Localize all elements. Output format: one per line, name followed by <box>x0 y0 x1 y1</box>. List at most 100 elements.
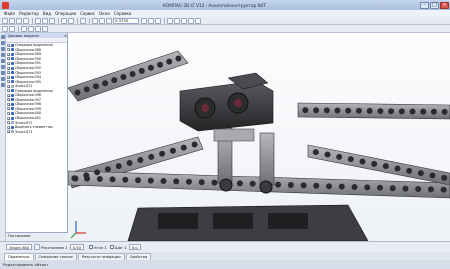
filters-icon[interactable] <box>1 71 5 75</box>
direction-icon[interactable] <box>34 244 41 250</box>
part-icon <box>11 66 14 70</box>
zoom-window-icon[interactable] <box>92 17 98 24</box>
menu-file[interactable]: Файл <box>2 11 17 16</box>
zoom-select[interactable]: 0.3750 <box>113 17 139 24</box>
arrays-icon[interactable] <box>1 53 5 57</box>
tab-parameters[interactable]: Параметры <box>4 253 34 260</box>
operation-icon <box>11 125 14 129</box>
expand-icon[interactable]: + <box>7 57 11 61</box>
sketch-icon[interactable] <box>21 25 27 32</box>
rotate-icon[interactable] <box>148 17 154 24</box>
window-title: КОМПАС-3D LT V12 - Аналоги/конструктор N… <box>162 2 266 8</box>
expand-icon[interactable]: + <box>7 71 11 75</box>
tree-item-label: Эскиз:871 <box>15 84 33 89</box>
expand-icon[interactable]: + <box>7 48 11 52</box>
beam-hole <box>323 107 330 114</box>
tab-operation-result[interactable]: Результат операции <box>77 253 125 260</box>
menu-help[interactable]: Справка <box>112 11 134 16</box>
rebuild-icon[interactable] <box>28 25 34 32</box>
step-field[interactable]: 0.0 <box>128 244 141 250</box>
surfaces-icon[interactable] <box>1 47 5 51</box>
part-icon <box>11 61 14 65</box>
copy-icon[interactable] <box>42 17 48 24</box>
beam-hole <box>137 156 144 163</box>
beam-right-upper <box>297 102 450 120</box>
properties-icon[interactable] <box>42 25 48 32</box>
expand-icon[interactable]: + <box>7 93 11 97</box>
auxiliary-geometry-icon[interactable] <box>1 41 5 45</box>
beam-hole <box>409 108 416 115</box>
menu-view[interactable]: Вид <box>41 11 53 16</box>
dimensions-icon[interactable] <box>1 59 5 63</box>
expand-icon[interactable]: + <box>7 111 11 115</box>
expand-icon[interactable]: + <box>7 107 11 111</box>
shaded-edges-icon[interactable] <box>188 17 194 24</box>
beam-hole <box>441 174 448 181</box>
perspective-icon[interactable] <box>195 17 201 24</box>
expand-icon[interactable]: + <box>7 61 11 65</box>
cut-icon[interactable] <box>35 17 41 24</box>
beam-hole <box>364 184 371 191</box>
filter-icon[interactable] <box>9 25 15 32</box>
tree-item[interactable]: + Эскиз:873 <box>6 129 67 134</box>
operation-icon <box>11 43 14 47</box>
select-icon[interactable] <box>2 25 8 32</box>
beam-hole <box>376 184 383 191</box>
spec-icon[interactable] <box>1 77 5 81</box>
separator <box>164 17 165 24</box>
expand-icon[interactable]: + <box>7 43 11 47</box>
minimize-button[interactable]: – <box>420 1 429 9</box>
expand-icon[interactable]: + <box>7 125 11 129</box>
beam-hole <box>338 183 345 190</box>
maximize-button[interactable]: □ <box>430 1 439 9</box>
edit-part-icon[interactable] <box>1 35 5 39</box>
expand-icon[interactable]: + <box>7 75 11 79</box>
save-icon[interactable] <box>16 17 22 24</box>
pan-icon[interactable] <box>141 17 147 24</box>
expand-icon[interactable]: + <box>7 121 11 125</box>
property-bar: Эскиз:384 Расстояние 1 0.50 Угол 1 Шаг 1… <box>0 241 450 252</box>
expand-icon[interactable]: + <box>7 66 11 70</box>
construction-tab[interactable]: Построение <box>6 232 68 241</box>
expand-icon[interactable]: + <box>7 130 11 134</box>
zoom-in-icon[interactable] <box>99 17 105 24</box>
print-icon[interactable] <box>23 17 29 24</box>
beam-hole <box>326 183 333 190</box>
3d-viewport[interactable] <box>68 33 450 241</box>
paste-icon[interactable] <box>49 17 55 24</box>
expand-icon[interactable]: + <box>7 52 11 56</box>
shaded-icon[interactable] <box>181 17 187 24</box>
menu-window[interactable]: Окно <box>97 11 112 16</box>
step-checkbox[interactable] <box>109 245 114 249</box>
reports-icon[interactable] <box>1 83 5 87</box>
expand-icon[interactable]: + <box>7 116 11 120</box>
expand-icon[interactable]: + <box>7 89 11 93</box>
beam-hole <box>398 108 405 115</box>
menu-operations[interactable]: Операции <box>53 11 78 16</box>
distance-field[interactable]: 0.50 <box>69 244 85 250</box>
tab-properties[interactable]: Свойства <box>125 253 152 260</box>
close-button[interactable]: × <box>440 1 449 9</box>
open-file-icon[interactable] <box>9 17 15 24</box>
expand-icon[interactable]: + <box>7 98 11 102</box>
wireframe-icon[interactable] <box>167 17 173 24</box>
expand-icon[interactable]: + <box>7 84 11 88</box>
close-panel-icon[interactable]: × <box>64 33 67 38</box>
angle-checkbox[interactable] <box>89 245 94 249</box>
zoom-out-icon[interactable] <box>106 17 112 24</box>
orientation-icon[interactable] <box>155 17 161 24</box>
measure-tools-icon[interactable] <box>1 65 5 69</box>
hidden-lines-icon[interactable] <box>174 17 180 24</box>
object-field[interactable]: Эскиз:384 <box>6 244 33 250</box>
menu-edit[interactable]: Редактор <box>17 11 41 16</box>
new-file-icon[interactable] <box>2 17 8 24</box>
redo-icon[interactable] <box>68 17 74 24</box>
undo-icon[interactable] <box>61 17 67 24</box>
measure-icon[interactable] <box>35 25 41 32</box>
menu-service[interactable]: Сервис <box>78 11 97 16</box>
expand-icon[interactable]: + <box>7 80 11 84</box>
expand-icon[interactable]: + <box>7 102 11 106</box>
help-icon[interactable] <box>80 17 86 24</box>
part-icon <box>11 98 14 102</box>
tab-thin-offset[interactable]: Смещение тонких <box>34 253 77 260</box>
